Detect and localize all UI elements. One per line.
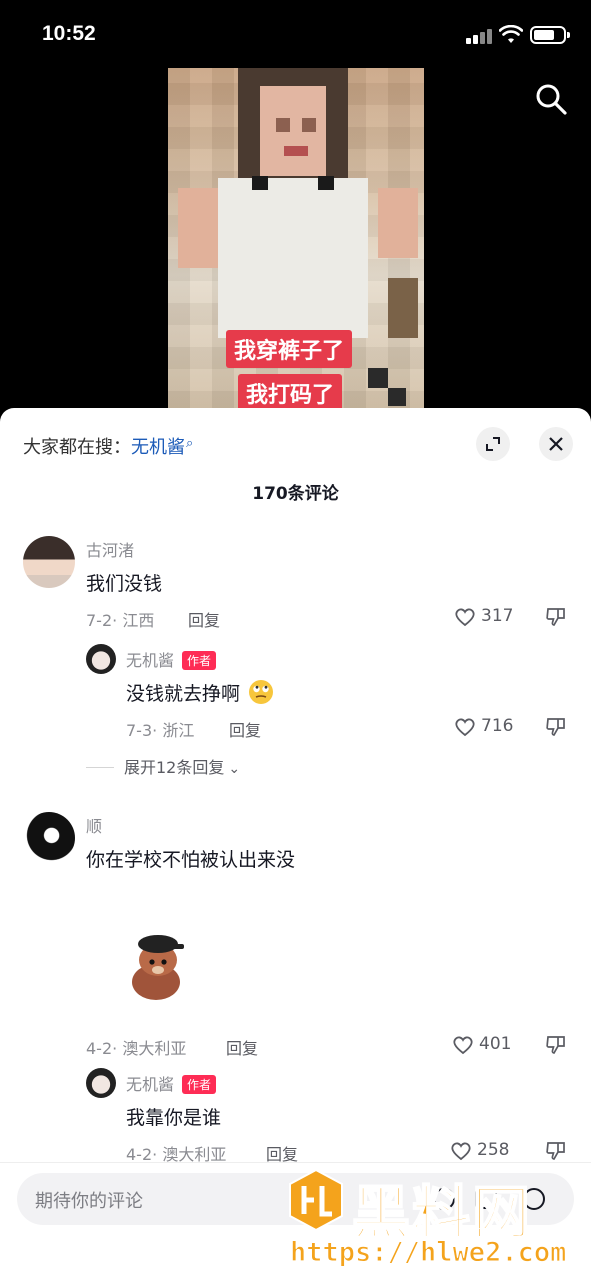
watermark-url: https://hlwe2.com (289, 1237, 567, 1269)
search-icon: ⌕ (186, 436, 194, 451)
comment-date: 7-3 (126, 721, 153, 740)
comment-username[interactable]: 无机酱 作者 (126, 647, 217, 671)
close-icon (549, 437, 563, 451)
like-count: 401 (479, 1034, 512, 1054)
reply-button[interactable]: 回复 (229, 717, 261, 741)
hot-search-keyword[interactable]: 无机酱 (131, 437, 185, 458)
expand-replies-button[interactable]: 展开12条回复 ⌄ (86, 754, 240, 778)
divider (86, 767, 114, 768)
close-button[interactable] (539, 427, 573, 461)
dislike-icon[interactable] (545, 716, 567, 738)
reply-item: 无机酱 作者 没钱就去挣啊 7-3· 浙江 回复 716 (0, 644, 591, 744)
comment-text-body: 没钱就去挣啊 (126, 683, 241, 705)
status-bar: 10:52 (0, 0, 591, 70)
reply-button[interactable]: 回复 (188, 607, 220, 631)
expand-replies-label: 展开12条回复 (124, 758, 225, 777)
dislike-icon[interactable] (545, 1140, 567, 1162)
comment-date: 4-2 (86, 1039, 113, 1058)
wifi-icon (499, 25, 523, 43)
comment-input-placeholder: 期待你的评论 (35, 1191, 143, 1212)
reply-item: 无机酱 作者 我靠你是谁 4-2· 澳大利亚 回复 258 (0, 1068, 591, 1168)
comment-username-text: 无机酱 (126, 1075, 175, 1094)
heart-icon[interactable] (452, 1035, 474, 1055)
comment-text: 没钱就去挣啊 (126, 679, 274, 706)
battery-icon (530, 26, 570, 44)
author-badge: 作者 (182, 1075, 217, 1094)
comment-sheet: 大家都在搜：无机酱⌕ 170条评论 古河渚 我们没钱 7-2· 江西 回复 31… (0, 408, 591, 1280)
comment-sheet-header: 大家都在搜：无机酱⌕ 170条评论 (0, 408, 591, 518)
cat-sticker-image (132, 935, 184, 1000)
hot-search-prefix: 大家都在搜： (23, 437, 131, 458)
comment-date: 7-2 (86, 611, 113, 630)
comment-item: 顺 你在学校不怕被认出来没 4-2· 澳大利亚 回复 401 (0, 812, 591, 1062)
dislike-icon[interactable] (545, 606, 567, 628)
avatar[interactable] (23, 536, 75, 588)
comment-meta: 4-2· 澳大利亚 (86, 1039, 187, 1058)
like-count: 716 (481, 716, 514, 736)
comment-text: 我们没钱 (86, 573, 163, 595)
comment-text: 你在学校不怕被认出来没 (86, 849, 296, 871)
comment-count: 170条评论 (252, 484, 339, 504)
comment-meta: 7-3· 浙江 (126, 721, 195, 740)
comment-location: 江西 (122, 611, 155, 630)
video-player[interactable]: 我穿裤子了 我打码了 (168, 68, 424, 413)
cellular-signal-icon (466, 28, 494, 44)
like-count: 317 (481, 606, 514, 626)
rolling-eyes-emoji-icon (249, 680, 274, 704)
comment-username-text: 无机酱 (126, 651, 175, 670)
comment-username[interactable]: 古河渚 (86, 537, 134, 561)
video-caption: 我穿裤子了 (226, 330, 353, 368)
comment-username[interactable]: 顺 (86, 813, 102, 837)
avatar[interactable] (86, 644, 116, 674)
comment-item: 古河渚 我们没钱 7-2· 江西 回复 317 (0, 536, 591, 636)
heart-icon[interactable] (450, 1141, 472, 1161)
like-count: 258 (477, 1140, 510, 1160)
avatar[interactable] (86, 1068, 116, 1098)
dislike-icon[interactable] (545, 1034, 567, 1056)
chevron-down-icon: ⌄ (228, 761, 241, 777)
expand-button[interactable] (476, 427, 510, 461)
comment-username[interactable]: 无机酱 作者 (126, 1071, 217, 1095)
avatar[interactable] (23, 812, 75, 864)
comment-text: 我靠你是谁 (126, 1107, 222, 1129)
video-caption: 我打码了 (238, 374, 343, 412)
comment-location: 澳大利亚 (122, 1039, 187, 1058)
author-badge: 作者 (182, 651, 217, 670)
heart-icon[interactable] (454, 717, 476, 737)
expand-icon (486, 437, 500, 451)
clock: 10:52 (42, 22, 96, 45)
heart-icon[interactable] (454, 607, 476, 627)
search-icon[interactable] (534, 82, 568, 116)
watermark-logo-icon (289, 1168, 343, 1232)
comment-meta: 7-2· 江西 (86, 611, 155, 630)
hot-search[interactable]: 大家都在搜：无机酱⌕ (23, 433, 193, 459)
comment-location: 浙江 (162, 721, 195, 740)
reply-button[interactable]: 回复 (226, 1035, 258, 1059)
